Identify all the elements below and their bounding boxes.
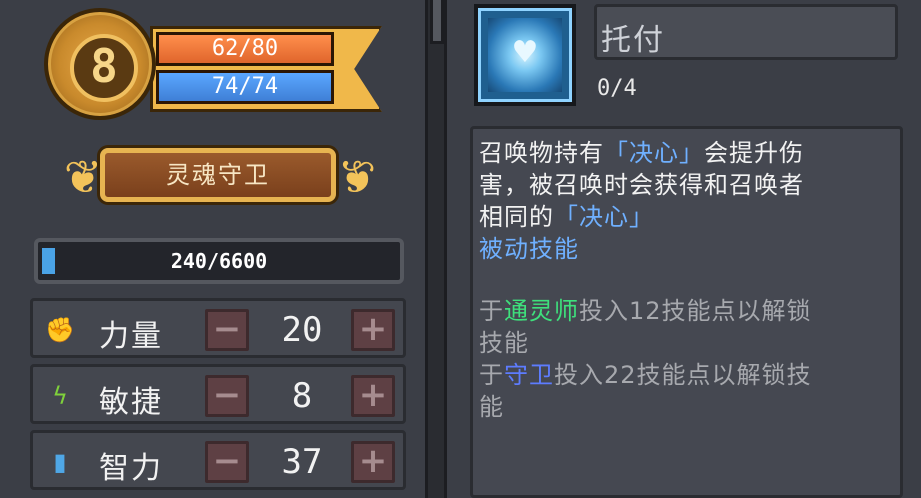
unlock-requirement: 于守卫投入22技能点以解锁技 [479, 359, 894, 391]
stat-value: 20 [281, 310, 323, 350]
xp-fill [42, 248, 55, 274]
mp-value: 74/74 [211, 74, 279, 99]
level-number: 8 [90, 39, 118, 93]
mp-bar: 74/74 [156, 70, 334, 104]
desc-text: 投入12技能点以解锁 [579, 297, 812, 325]
skill-icon-background: ♥ [488, 18, 562, 92]
intelligence-increase-button[interactable]: + [351, 441, 395, 483]
stat-row-intelligence: ▮ 智力 − 37 + [30, 430, 406, 490]
keyword-determination: 「决心」 [554, 203, 654, 231]
stat-row-strength: ✊ 力量 − 20 + [30, 298, 406, 358]
xp-value: 240/6600 [170, 249, 268, 273]
stat-label: 敏捷 [99, 385, 163, 420]
laurel-left-icon: ❦ [63, 150, 103, 204]
class-title-plate: 灵魂守卫 [100, 148, 336, 202]
desc-text: 于 [479, 361, 504, 389]
class-necromancer: 通灵师 [504, 297, 579, 325]
level-badge: 8 [44, 8, 156, 120]
skill-type: 被动技能 [479, 235, 579, 263]
stat-row-agility: ϟ 敏捷 − 8 + [30, 364, 406, 424]
lightning-icon: ϟ [52, 382, 68, 410]
stat-label: 智力 [99, 451, 163, 486]
intelligence-decrease-button[interactable]: − [205, 441, 249, 483]
stat-value: 37 [281, 442, 323, 482]
strength-increase-button[interactable]: + [351, 309, 395, 351]
skill-name-box: 托付 [594, 4, 898, 60]
agility-increase-button[interactable]: + [351, 375, 395, 417]
class-guardian: 守卫 [504, 361, 554, 389]
unlock-requirement: 于通灵师投入12技能点以解锁 [479, 295, 894, 327]
divider-handle[interactable] [430, 0, 444, 44]
desc-line: 害，被召唤时会获得和召唤者 [479, 171, 804, 199]
stat-value: 8 [291, 376, 313, 416]
xp-bar: 240/6600 [34, 238, 404, 284]
skill-description: 召唤物持有「决心」会提升伤 害，被召唤时会获得和召唤者 相同的「决心」 被动技能… [470, 126, 903, 498]
agility-decrease-button[interactable]: − [205, 375, 249, 417]
desc-text: 召唤物持有 [479, 139, 604, 167]
skill-icon-frame[interactable]: ♥ [474, 4, 576, 106]
panel-divider [425, 0, 447, 498]
class-name: 灵魂守卫 [166, 161, 270, 189]
desc-line: 相同的「决心」 [479, 201, 894, 233]
desc-text: 投入22技能点以解锁技 [554, 361, 812, 389]
hp-bar: 62/80 [156, 32, 334, 66]
laurel-right-icon: ❦ [337, 150, 377, 204]
hp-value: 62/80 [211, 36, 279, 61]
skill-name: 托付 [601, 23, 665, 58]
skill-level: 0/4 [597, 76, 637, 101]
keyword-determination: 「决心」 [604, 139, 704, 167]
heart-hands-icon: ♥ [511, 35, 539, 70]
desc-line: 召唤物持有「决心」会提升伤 [479, 137, 894, 169]
unlock-requirement-cont: 能 [479, 393, 504, 421]
fist-icon: ✊ [45, 316, 75, 344]
desc-text: 于 [479, 297, 504, 325]
strength-decrease-button[interactable]: − [205, 309, 249, 351]
stat-label: 力量 [99, 319, 163, 354]
desc-text: 会提升伤 [704, 139, 804, 167]
unlock-requirement-cont: 技能 [479, 329, 529, 357]
desc-text: 相同的 [479, 203, 554, 231]
book-icon: ▮ [53, 448, 67, 476]
